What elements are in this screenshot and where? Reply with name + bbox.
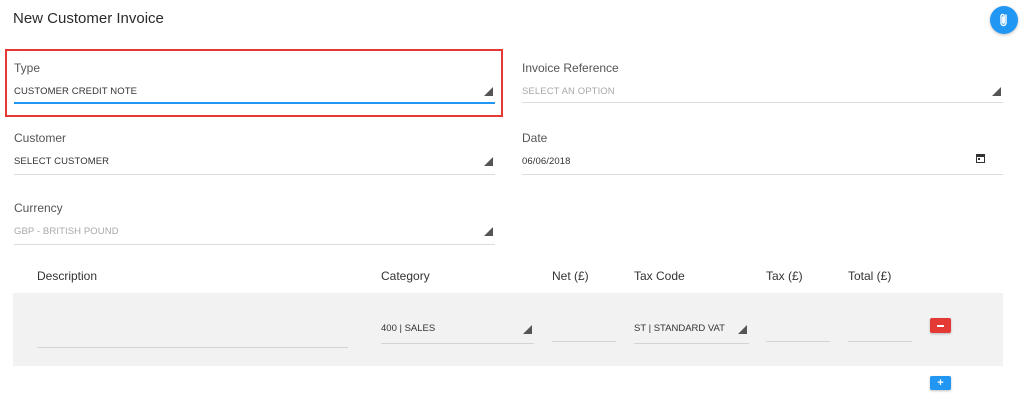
page-title: New Customer Invoice [13,10,164,27]
dropdown-caret-icon [992,87,1001,96]
tax-code-value: ST | STANDARD VAT [634,323,725,334]
description-input[interactable] [37,320,348,348]
dropdown-caret-icon [484,157,493,166]
add-row-button[interactable]: + [930,376,951,390]
customer-underline [14,174,495,175]
invoice-reference-placeholder: SELECT AN OPTION [522,86,615,97]
currency-value: GBP - BRITISH POUND [14,226,119,237]
attach-button[interactable] [990,6,1018,34]
invoice-reference-label: Invoice Reference [522,61,619,75]
tax-input[interactable] [766,320,830,342]
header-tax: Tax (£) [766,269,803,283]
invoice-reference-underline [522,102,1003,103]
dropdown-caret-icon [484,227,493,236]
type-label: Type [14,61,41,75]
date-underline [522,174,1003,175]
customer-label: Customer [14,131,67,145]
dropdown-caret-icon [484,87,493,96]
category-select[interactable]: 400 | SALES [381,320,534,344]
calendar-icon[interactable] [976,154,985,163]
paperclip-icon [1000,13,1007,27]
invoice-reference-field[interactable]: Invoice Reference SELECT AN OPTION [522,61,1003,105]
customer-field[interactable]: Customer SELECT CUSTOMER [14,131,495,175]
net-input[interactable] [552,320,616,342]
date-label: Date [522,131,548,145]
type-underline [14,102,495,104]
currency-label: Currency [14,201,63,215]
minus-icon [937,324,944,327]
total-input[interactable] [848,320,912,342]
dropdown-caret-icon [738,325,747,334]
date-field[interactable]: Date 06/06/2018 [522,131,1003,175]
header-description: Description [37,269,98,283]
remove-row-button[interactable] [930,318,951,333]
tax-code-select[interactable]: ST | STANDARD VAT [634,320,749,344]
type-value: CUSTOMER CREDIT NOTE [14,86,138,97]
date-value: 06/06/2018 [522,156,571,167]
currency-field[interactable]: Currency GBP - BRITISH POUND [14,201,495,245]
type-field[interactable]: Type CUSTOMER CREDIT NOTE [14,61,495,105]
currency-underline [14,244,495,245]
header-tax-code: Tax Code [634,269,685,283]
header-net: Net (£) [552,269,589,283]
dropdown-caret-icon [523,325,532,334]
header-total: Total (£) [848,269,892,283]
category-value: 400 | SALES [381,323,436,334]
plus-icon: + [937,377,944,389]
customer-value: SELECT CUSTOMER [14,156,110,167]
header-category: Category [381,269,430,283]
